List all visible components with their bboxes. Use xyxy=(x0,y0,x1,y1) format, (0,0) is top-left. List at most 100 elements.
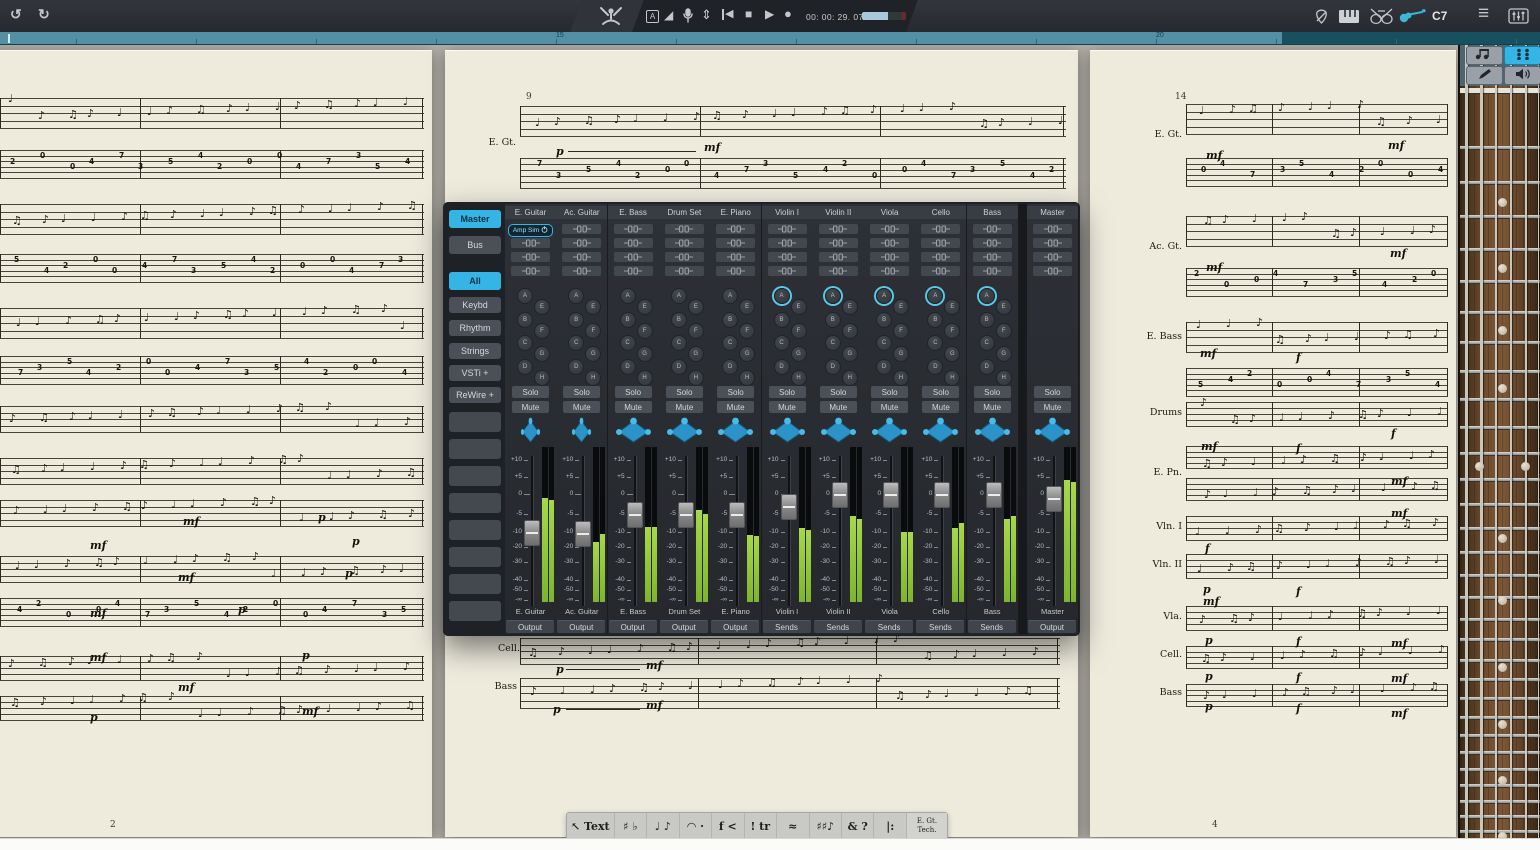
fret-dots-button[interactable] xyxy=(1504,46,1540,65)
send-knob-b[interactable]: B xyxy=(671,312,687,328)
send-knob-f[interactable]: F xyxy=(688,323,704,339)
insert-slot[interactable] xyxy=(819,252,858,262)
mixer-tab-strings[interactable]: Strings xyxy=(449,343,501,359)
send-knob-b[interactable]: B xyxy=(517,312,533,328)
mute-button[interactable]: Mute xyxy=(871,401,908,413)
mixer-tab-vsti[interactable]: VSTi + xyxy=(449,365,501,381)
send-knob-a[interactable]: A xyxy=(927,288,943,304)
send-knob-e[interactable]: E xyxy=(944,299,960,315)
send-knob-b[interactable]: B xyxy=(927,312,943,328)
send-knob-c[interactable]: C xyxy=(825,335,841,351)
solo-button[interactable]: Solo xyxy=(820,386,857,398)
send-knob-h[interactable]: H xyxy=(996,370,1012,386)
fader-track[interactable] xyxy=(685,456,687,606)
send-knob-b[interactable]: B xyxy=(774,312,790,328)
send-knob-f[interactable]: F xyxy=(534,323,550,339)
insert-slot[interactable] xyxy=(716,252,755,262)
fader-handle[interactable] xyxy=(627,502,643,528)
send-knob-c[interactable]: C xyxy=(979,335,995,351)
insert-slot[interactable] xyxy=(973,252,1012,262)
insert-slot[interactable] xyxy=(1033,224,1072,234)
send-knob-g[interactable]: G xyxy=(996,346,1012,362)
send-knob-d[interactable]: D xyxy=(825,359,841,375)
sketch-pick-icon[interactable] xyxy=(1313,8,1330,25)
mute-button[interactable]: Mute xyxy=(615,401,652,413)
fader-track[interactable] xyxy=(839,456,841,606)
send-knob-b[interactable]: B xyxy=(722,312,738,328)
send-knob-c[interactable]: C xyxy=(568,335,584,351)
send-knob-d[interactable]: D xyxy=(722,359,738,375)
eighth-notes-button[interactable] xyxy=(1466,46,1503,65)
pan-widget[interactable] xyxy=(1034,416,1071,446)
guitar-icon[interactable] xyxy=(1398,9,1426,23)
send-knob-e[interactable]: E xyxy=(791,299,807,315)
fader-handle[interactable] xyxy=(1046,486,1062,512)
pencil-button[interactable] xyxy=(1466,66,1503,85)
send-knob-f[interactable]: F xyxy=(585,323,601,339)
ntempo-conductor-icon[interactable] xyxy=(598,6,624,26)
insert-slot[interactable] xyxy=(921,252,960,262)
send-knob-b[interactable]: B xyxy=(620,312,636,328)
channel-route-sends[interactable]: Sends xyxy=(814,620,862,633)
send-knob-e[interactable]: E xyxy=(893,299,909,315)
mute-button[interactable]: Mute xyxy=(769,401,806,413)
fader-handle[interactable] xyxy=(986,482,1002,508)
text-entry-icon[interactable]: A xyxy=(646,10,659,23)
solo-button[interactable]: Solo xyxy=(1034,386,1071,398)
guitar-string[interactable] xyxy=(1525,44,1527,850)
insert-slot[interactable] xyxy=(511,266,550,276)
send-knob-g[interactable]: G xyxy=(585,346,601,362)
score-page-right[interactable] xyxy=(1090,50,1456,837)
mixer-empty-slot[interactable] xyxy=(449,466,501,486)
mixer-empty-slot[interactable] xyxy=(449,601,501,621)
send-knob-f[interactable]: F xyxy=(637,323,653,339)
insert-slot[interactable] xyxy=(921,238,960,248)
insert-slot[interactable] xyxy=(973,224,1012,234)
insert-slot[interactable] xyxy=(768,238,807,248)
fader-track[interactable] xyxy=(890,456,892,606)
ornaments-tool[interactable]: ! tr xyxy=(745,813,777,839)
drums-icon[interactable] xyxy=(1368,7,1394,25)
insert-slot[interactable] xyxy=(562,238,601,248)
select-text-tool[interactable]: ↖ Text xyxy=(567,813,615,839)
fader-track[interactable] xyxy=(1053,456,1055,606)
send-knob-d[interactable]: D xyxy=(671,359,687,375)
guitar-string[interactable] xyxy=(1538,44,1539,850)
clefs-tool[interactable]: & ? xyxy=(842,813,874,839)
insert-slot[interactable] xyxy=(665,266,704,276)
score-page-left[interactable] xyxy=(0,50,432,837)
insert-slot[interactable] xyxy=(819,266,858,276)
fader-handle[interactable] xyxy=(934,482,950,508)
list-menu-icon[interactable]: ≡ xyxy=(1478,4,1489,23)
mixer-tab-all[interactable]: All xyxy=(449,272,501,290)
progress-bar[interactable] xyxy=(862,12,906,20)
send-knob-c[interactable]: C xyxy=(671,335,687,351)
guitar-string[interactable] xyxy=(1510,44,1512,850)
playhead-marker[interactable] xyxy=(8,34,10,43)
send-knob-h[interactable]: H xyxy=(893,370,909,386)
rewind-icon[interactable]: ◀ xyxy=(722,9,733,20)
solo-button[interactable]: Solo xyxy=(769,386,806,398)
insert-slot[interactable] xyxy=(973,238,1012,248)
fader-handle[interactable] xyxy=(832,482,848,508)
solo-button[interactable]: Solo xyxy=(666,386,703,398)
mixer-tab-master[interactable]: Master xyxy=(449,210,501,228)
send-knob-a[interactable]: A xyxy=(568,288,584,304)
mixer-tab-keybd[interactable]: Keybd xyxy=(449,297,501,313)
send-knob-f[interactable]: F xyxy=(944,323,960,339)
insert-slot[interactable] xyxy=(665,238,704,248)
guitar-string[interactable] xyxy=(1495,44,1497,850)
record-icon[interactable]: ● xyxy=(784,7,792,20)
send-knob-c[interactable]: C xyxy=(876,335,892,351)
send-knob-g[interactable]: G xyxy=(944,346,960,362)
pan-widget[interactable] xyxy=(922,416,959,446)
mute-button[interactable]: Mute xyxy=(717,401,754,413)
insert-slot[interactable] xyxy=(921,224,960,234)
speaker-button[interactable] xyxy=(1504,66,1540,85)
pan-widget[interactable] xyxy=(871,416,908,446)
send-knob-c[interactable]: C xyxy=(517,335,533,351)
send-knob-d[interactable]: D xyxy=(774,359,790,375)
insert-slot[interactable] xyxy=(1033,266,1072,276)
send-knob-c[interactable]: C xyxy=(927,335,943,351)
insert-slot[interactable] xyxy=(768,252,807,262)
